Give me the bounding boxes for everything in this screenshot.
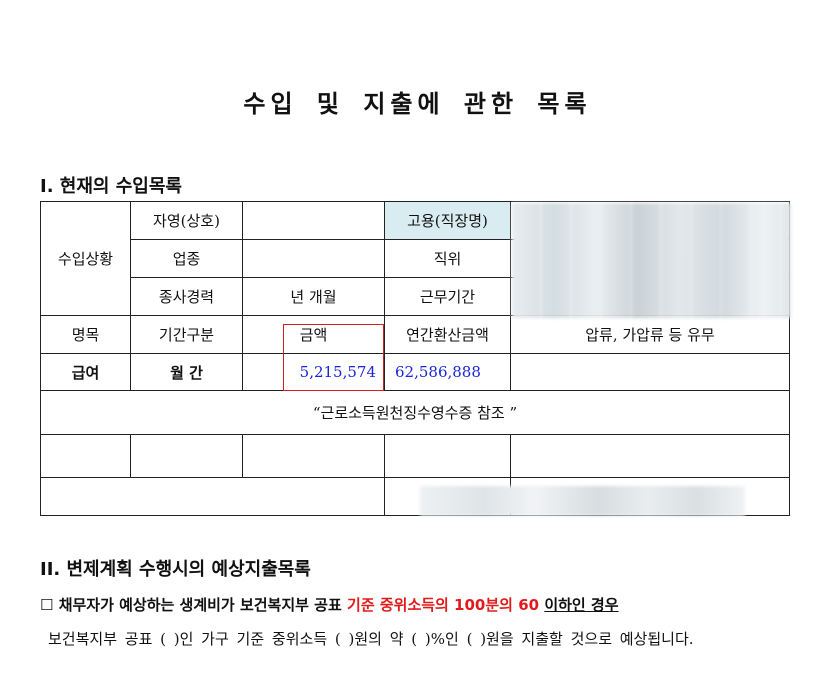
salary-period: 월 간 xyxy=(130,353,243,391)
work-period-label: 근무기간 xyxy=(384,277,511,316)
salary-amount: 5,215,574 xyxy=(242,353,385,391)
salary-label: 급여 xyxy=(40,353,131,391)
header-seizure: 압류, 가압류 등 유무 xyxy=(510,315,790,354)
living-cost-text: 채무자가 예상하는 생계비가 보건복지부 공표 xyxy=(58,596,342,614)
position-label: 직위 xyxy=(384,239,511,278)
empty-cell xyxy=(510,434,790,478)
empty-cell xyxy=(384,434,511,478)
header-item: 명목 xyxy=(40,315,131,354)
header-amount: 금액 xyxy=(242,315,385,354)
empty-cell xyxy=(40,434,131,478)
empty-cell xyxy=(130,434,243,478)
redacted-employer-info xyxy=(512,203,791,318)
salary-annual-amount: 62,586,888 xyxy=(384,353,511,391)
note-row: “근로소득원천징수영수증 참조 ” xyxy=(40,390,790,435)
industry-value xyxy=(242,239,385,278)
condition-text: 이하인 경우 xyxy=(544,596,619,614)
redacted-annual-income xyxy=(420,486,745,516)
checkbox-icon[interactable]: ☐ xyxy=(40,596,53,614)
median-income-text: 기준 중위소득의 100분의 60 xyxy=(347,596,540,614)
salary-seizure xyxy=(510,353,790,391)
page-title: 수입 및 지출에 관한 목록 xyxy=(243,90,592,118)
living-cost-statement: ☐ 채무자가 예상하는 생계비가 보건복지부 공표 기준 중위소득의 100분의… xyxy=(40,594,800,615)
section-heading-expenses: II. 변제계획 수행시의 예상지출목록 xyxy=(40,559,311,580)
career-label: 종사경력 xyxy=(130,277,243,316)
living-cost-paragraph: 보건복지부 공표 ( )인 가구 기준 중위소득 ( )원의 약 ( )%인 (… xyxy=(48,630,694,648)
self-employed-value xyxy=(242,201,385,240)
career-value: 년 개월 xyxy=(242,277,385,316)
employment-label: 고용(직장명) xyxy=(384,201,511,240)
industry-label: 업종 xyxy=(130,239,243,278)
income-status-label: 수입상황 xyxy=(40,201,131,316)
header-period: 기간구분 xyxy=(130,315,243,354)
header-annual: 연간환산금액 xyxy=(384,315,511,354)
empty-cell xyxy=(242,434,385,478)
annual-income-spacer xyxy=(40,477,385,516)
self-employed-label: 자영(상호) xyxy=(130,201,243,240)
section-heading-income: I. 현재의 수입목록 xyxy=(40,176,182,197)
